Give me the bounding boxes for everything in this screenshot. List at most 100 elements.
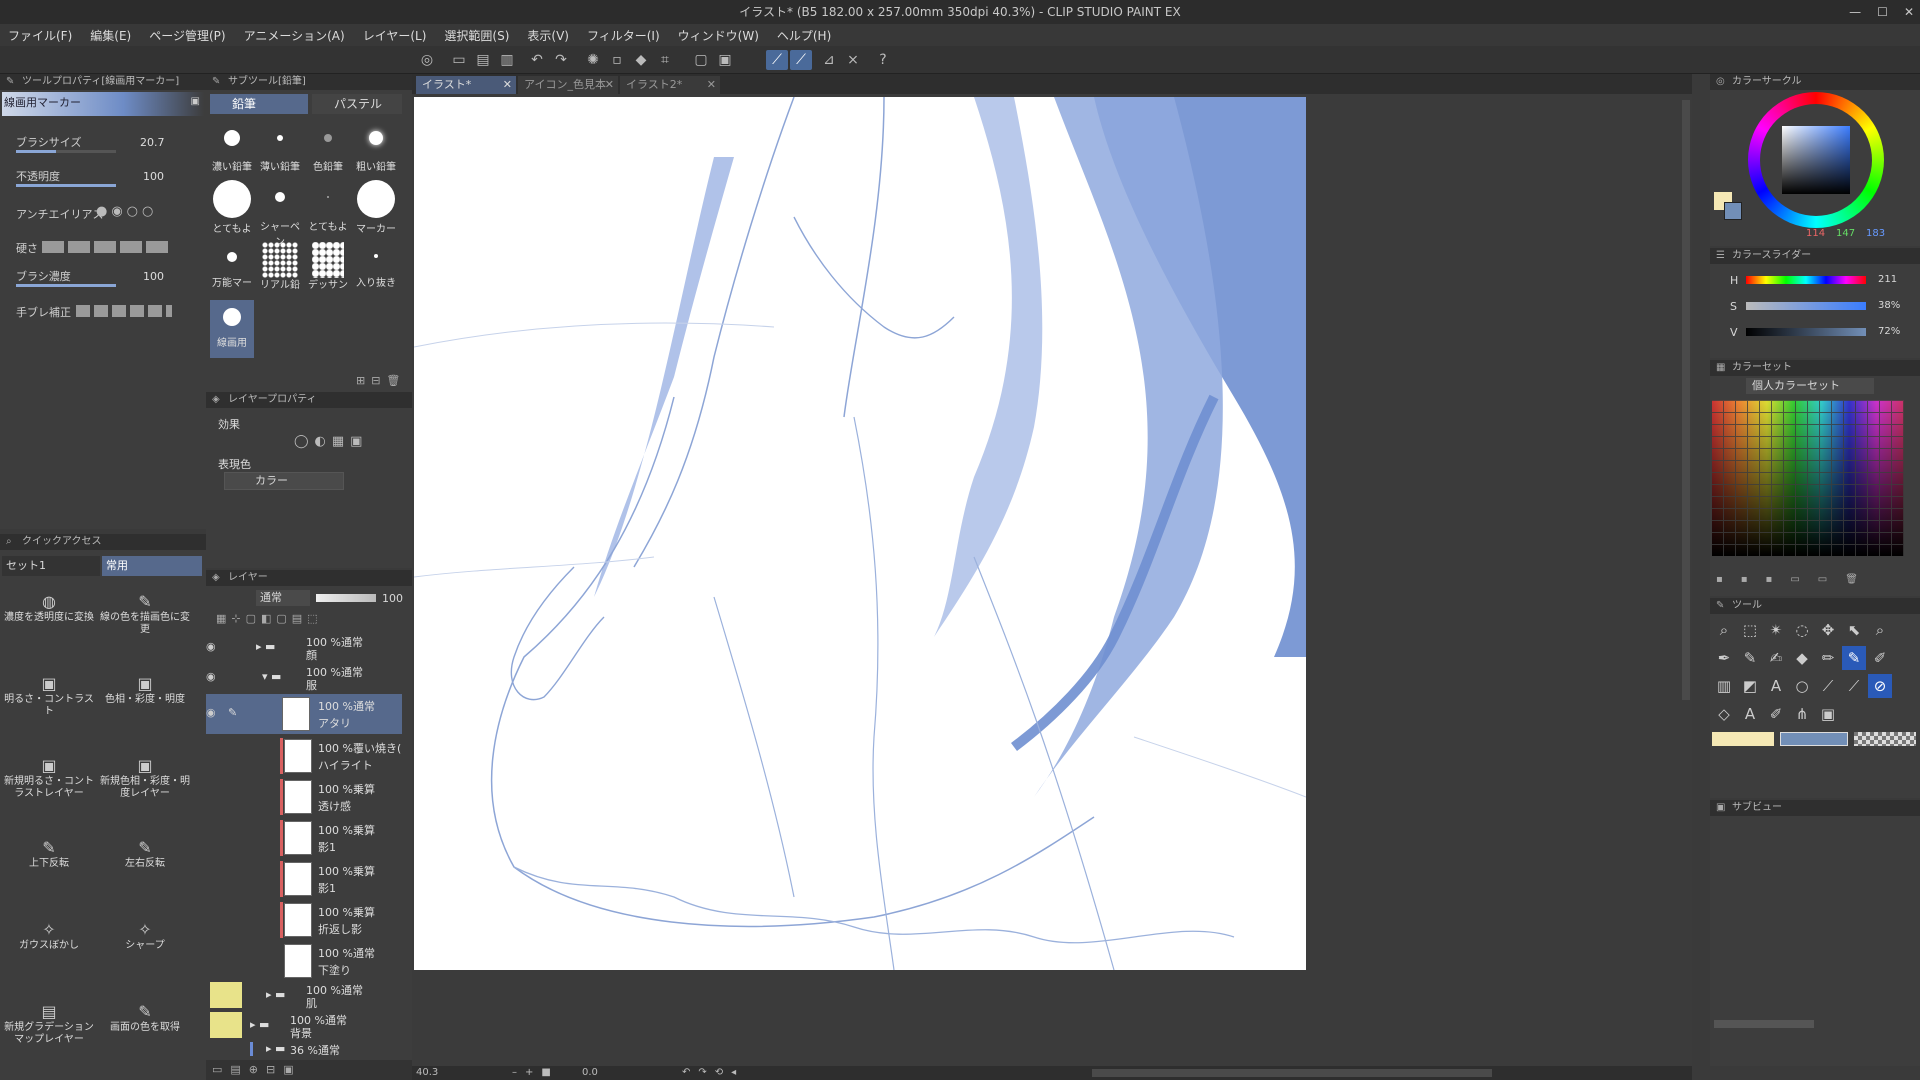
- eye-icon[interactable]: ◉: [206, 640, 216, 653]
- v-value[interactable]: 72%: [1878, 326, 1900, 337]
- text-2-icon[interactable]: A: [1738, 702, 1762, 726]
- canvas-horizontal-scrollbar[interactable]: [1092, 1069, 1492, 1077]
- qa-gaussian-blur[interactable]: ✧ ガウスぼかし: [2, 918, 96, 978]
- brush-size-row[interactable]: ブラシサイズ 20.7: [0, 134, 190, 156]
- select-tool-icon[interactable]: ⬚: [1738, 618, 1762, 642]
- menu-filter[interactable]: フィルター(I): [587, 27, 660, 44]
- qa-new-brightness-layer[interactable]: ▣ 新規明るさ・コントラストレイヤー: [2, 754, 96, 814]
- canvas-tab-active[interactable]: イラスト* ✕: [416, 76, 516, 94]
- stabilization-selector[interactable]: [76, 305, 172, 317]
- close-icon[interactable]: ✕: [707, 76, 716, 94]
- subtool-rough-pencil[interactable]: 粗い鉛筆: [354, 124, 398, 182]
- search-icon[interactable]: ⌕: [1868, 618, 1892, 642]
- subtool-dessin[interactable]: デッサン: [306, 240, 350, 298]
- qa-flip-horizontal[interactable]: ✎ 左右反転: [98, 836, 192, 896]
- snap-2-icon[interactable]: ▣: [714, 50, 736, 70]
- maximize-icon[interactable]: ☐: [1877, 0, 1888, 24]
- brush-size-value[interactable]: 20.7: [140, 136, 165, 149]
- subtool-dark-pencil[interactable]: 濃い鉛筆: [210, 124, 254, 182]
- new-file-icon[interactable]: ▭: [448, 50, 470, 70]
- pen-icon[interactable]: ✒: [1712, 646, 1736, 670]
- stabilization-row[interactable]: 手ブレ補正: [0, 304, 190, 326]
- menu-window[interactable]: ウィンドウ(W): [678, 27, 759, 44]
- layer-row[interactable]: 100 %覆い焼き(ハイライト: [206, 736, 402, 776]
- brush-size-slider[interactable]: [16, 150, 116, 153]
- close-icon[interactable]: ✕: [503, 76, 512, 94]
- effect-buttons[interactable]: ◯◐▦▣: [294, 434, 368, 449]
- menu-animation[interactable]: アニメーション(A): [244, 27, 345, 44]
- eyedropper-icon[interactable]: ⟋: [1842, 674, 1866, 698]
- pencil-icon[interactable]: ✎: [1738, 646, 1762, 670]
- fill-icon[interactable]: ◆: [630, 50, 652, 70]
- close-icon[interactable]: ✕: [605, 76, 614, 94]
- layer-opacity-value[interactable]: 100: [382, 592, 403, 605]
- layer-row[interactable]: ▸ ▬ 100 %通常肌: [206, 982, 402, 1010]
- subtool-real-pencil[interactable]: リアル鉛: [258, 240, 302, 298]
- fill-icon[interactable]: ◩: [1738, 674, 1762, 698]
- redo-icon[interactable]: ↷: [550, 50, 572, 70]
- brush-density-slider[interactable]: [16, 284, 116, 287]
- snap-icon[interactable]: ▢: [690, 50, 712, 70]
- saturation-value-square[interactable]: [1782, 126, 1850, 194]
- hardness-row[interactable]: 硬さ: [0, 240, 190, 262]
- decoration-icon[interactable]: ⋔: [1790, 702, 1814, 726]
- eye-icon[interactable]: ◉: [206, 706, 216, 719]
- tab-common[interactable]: 常用: [102, 556, 202, 576]
- qa-new-hue-layer[interactable]: ▣ 新規色相・彩度・明度レイヤー: [98, 754, 192, 814]
- sub-color-chip[interactable]: [1712, 732, 1774, 746]
- figure-icon[interactable]: ○: [1790, 674, 1814, 698]
- main-color-chip[interactable]: [1780, 732, 1848, 746]
- close-icon[interactable]: ✕: [1904, 0, 1914, 24]
- zoom-controls[interactable]: –+■: [512, 1066, 559, 1080]
- brush-density-value[interactable]: 100: [143, 270, 164, 283]
- menu-selection[interactable]: 選択範囲(S): [444, 27, 509, 44]
- brush-density-row[interactable]: ブラシ濃度 100: [0, 268, 190, 290]
- rotate-controls[interactable]: ↶↷⟲◂: [682, 1066, 744, 1080]
- gradient-icon[interactable]: ▥: [1712, 674, 1736, 698]
- subtool-marker[interactable]: マーカー: [354, 180, 398, 238]
- clear-icon[interactable]: ▫: [606, 50, 628, 70]
- correct-line-icon[interactable]: ✐: [1764, 702, 1788, 726]
- opacity-slider[interactable]: [16, 184, 116, 187]
- transparent-color-chip[interactable]: [1854, 732, 1916, 746]
- subtool-mechanical-pencil[interactable]: シャーペン: [258, 180, 302, 248]
- h-value[interactable]: 211: [1878, 274, 1897, 285]
- color-set-actions[interactable]: ▪▪▪▭▭🗑: [1716, 574, 1876, 585]
- open-folder-icon[interactable]: ▤: [472, 50, 494, 70]
- zoom-value[interactable]: 40.3: [416, 1066, 438, 1080]
- qa-sharpen[interactable]: ✧ シャープ: [98, 918, 192, 978]
- layer-row[interactable]: ◉ ▸ ▬ 100 %通常顔: [206, 634, 402, 662]
- tab-pastel[interactable]: パステル: [312, 94, 402, 114]
- lasso-icon[interactable]: ◌: [1790, 618, 1814, 642]
- subtool-color-pencil[interactable]: 色鉛筆: [306, 124, 350, 182]
- brush-icon[interactable]: ✍: [1764, 646, 1788, 670]
- subtool-light-pencil[interactable]: 薄い鉛筆: [258, 124, 302, 182]
- lock-icon[interactable]: ▣: [191, 96, 200, 107]
- grid-snap-icon[interactable]: ⊿: [818, 50, 840, 70]
- undo-icon[interactable]: ↶: [526, 50, 548, 70]
- canvas-tab[interactable]: イラスト2* ✕: [620, 76, 720, 94]
- text-icon[interactable]: A: [1764, 674, 1788, 698]
- loading-icon[interactable]: ✺: [582, 50, 604, 70]
- special-ruler-snap-icon[interactable]: ⟋: [790, 50, 812, 70]
- antialias-options[interactable]: ●◉○○: [96, 204, 157, 219]
- qa-flip-vertical[interactable]: ✎ 上下反転: [2, 836, 96, 896]
- layer-row[interactable]: ▸ ▬ 36 %通常: [206, 1042, 402, 1057]
- qa-brightness-contrast[interactable]: ▣ 明るさ・コントラスト: [2, 672, 96, 732]
- move-icon[interactable]: ✥: [1816, 618, 1840, 642]
- ruler-snap-icon[interactable]: ⟋: [766, 50, 788, 70]
- canvas-page[interactable]: [414, 97, 1306, 970]
- canvas-vertical-scrollbar[interactable]: [1682, 100, 1690, 700]
- help-icon[interactable]: ?: [872, 50, 894, 70]
- h-slider[interactable]: [1746, 276, 1866, 284]
- subtool-taper[interactable]: 入り抜き: [354, 240, 398, 298]
- s-slider[interactable]: [1746, 302, 1866, 310]
- layer-row[interactable]: 100 %通常 下塗り: [206, 941, 402, 981]
- blend-mode-select[interactable]: 通常: [256, 590, 310, 606]
- blend-icon[interactable]: ✐: [1868, 646, 1892, 670]
- subtool-very-soft-2[interactable]: とてもよ: [306, 180, 350, 238]
- zoom-tool-icon[interactable]: ⌕: [1712, 618, 1736, 642]
- expression-color-select[interactable]: カラー: [224, 472, 344, 490]
- layer-row-selected[interactable]: ◉ ✎ 100 %通常 アタリ: [206, 694, 402, 734]
- subtool-actions[interactable]: ⊞⊟🗑: [356, 374, 406, 387]
